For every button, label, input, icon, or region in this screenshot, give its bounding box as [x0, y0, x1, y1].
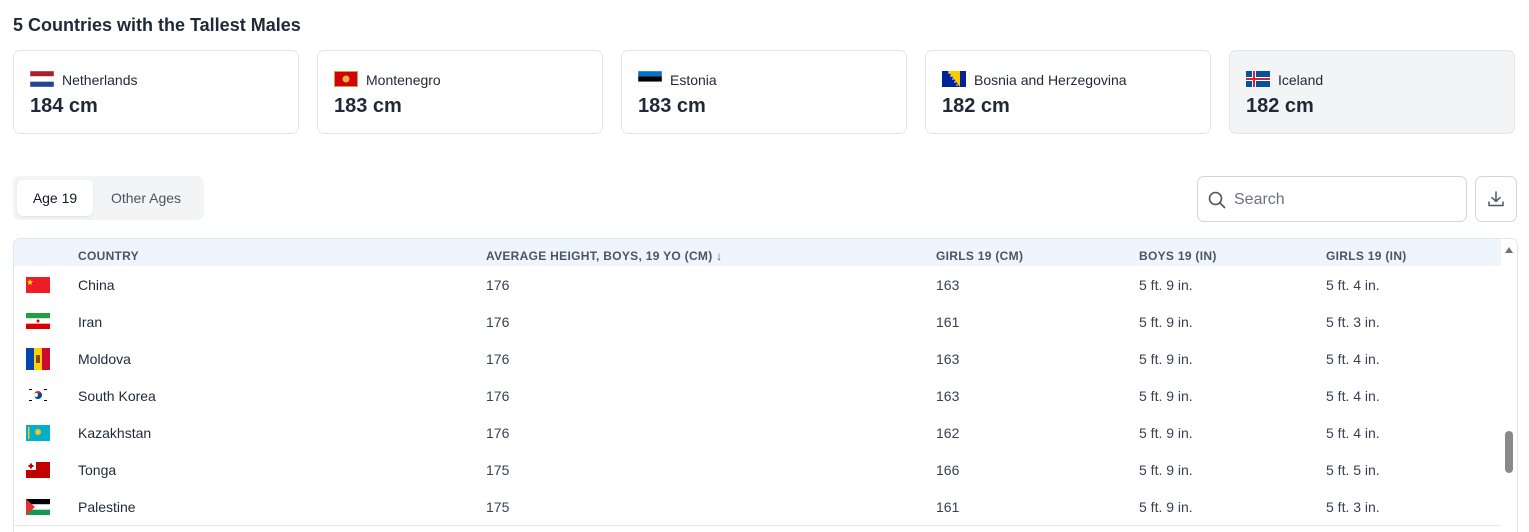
cell-girls-cm: 163	[936, 388, 960, 404]
kazakhstan-flag-icon	[26, 425, 50, 441]
table-row[interactable]: Tonga 175 166 5 ft. 9 in. 5 ft. 5 in.	[14, 451, 1501, 489]
cell-boys-in: 5 ft. 9 in.	[1139, 277, 1193, 293]
cell-girls-cm: 163	[936, 351, 960, 367]
country-card-name: Bosnia and Herzegovina	[974, 72, 1127, 88]
table-row[interactable]: Palestine 175 161 5 ft. 9 in. 5 ft. 3 in…	[14, 488, 1501, 526]
column-header-country[interactable]: COUNTRY	[78, 249, 139, 263]
montenegro-flag-icon	[334, 71, 358, 87]
estonia-flag-icon	[638, 71, 662, 87]
heights-table: COUNTRY AVERAGE HEIGHT, BOYS, 19 YO (CM)…	[13, 238, 1518, 532]
country-card-value: 184 cm	[30, 95, 98, 117]
cell-girls-cm: 162	[936, 425, 960, 441]
country-card-estonia[interactable]: Estonia 183 cm	[621, 50, 907, 134]
iceland-flag-icon	[1246, 71, 1270, 87]
cell-boys-in: 5 ft. 9 in.	[1139, 425, 1193, 441]
scroll-up-arrow-icon[interactable]	[1505, 247, 1513, 253]
moldova-flag-icon	[26, 348, 50, 370]
country-card-netherlands[interactable]: Netherlands 184 cm	[13, 50, 299, 134]
cell-boys-cm: 176	[486, 277, 510, 293]
cell-boys-cm: 176	[486, 351, 510, 367]
cell-country: South Korea	[78, 388, 156, 404]
column-header-girls-cm[interactable]: GIRLS 19 (CM)	[936, 249, 1023, 263]
netherlands-flag-icon	[30, 71, 54, 87]
bosnia-flag-icon	[942, 71, 966, 87]
cell-boys-in: 5 ft. 9 in.	[1139, 499, 1193, 515]
cell-girls-cm: 163	[936, 277, 960, 293]
search-input[interactable]	[1232, 187, 1456, 213]
cell-girls-cm: 166	[936, 462, 960, 478]
south-korea-flag-icon	[26, 387, 50, 403]
iran-flag-icon	[26, 313, 50, 329]
cell-boys-cm: 175	[486, 462, 510, 478]
country-card-name: Estonia	[670, 72, 717, 88]
page-title: 5 Countries with the Tallest Males	[13, 15, 301, 35]
tab-other-ages[interactable]: Other Ages	[97, 180, 195, 216]
cell-boys-in: 5 ft. 9 in.	[1139, 388, 1193, 404]
country-card-bosnia[interactable]: Bosnia and Herzegovina 182 cm	[925, 50, 1211, 134]
table-row[interactable]: South Korea 176 163 5 ft. 9 in. 5 ft. 4 …	[14, 377, 1501, 415]
cell-girls-in: 5 ft. 4 in.	[1326, 351, 1380, 367]
cell-girls-in: 5 ft. 4 in.	[1326, 425, 1380, 441]
palestine-flag-icon	[26, 499, 50, 515]
cell-boys-cm: 176	[486, 314, 510, 330]
cell-country: Iran	[78, 314, 103, 330]
country-card-montenegro[interactable]: Montenegro 183 cm	[317, 50, 603, 134]
download-button[interactable]	[1475, 176, 1517, 222]
cell-girls-in: 5 ft. 4 in.	[1326, 388, 1380, 404]
country-card-value: 182 cm	[942, 95, 1010, 117]
age-tabs: Age 19 Other Ages	[13, 176, 204, 220]
cell-country: Tonga	[78, 462, 117, 478]
scrollbar-thumb[interactable]	[1505, 431, 1513, 473]
tab-age-19[interactable]: Age 19	[17, 180, 93, 216]
table-row[interactable]: Kazakhstan 176 162 5 ft. 9 in. 5 ft. 4 i…	[14, 414, 1501, 452]
cell-country: Palestine	[78, 499, 136, 515]
table-row[interactable]: Moldova 176 163 5 ft. 9 in. 5 ft. 4 in.	[14, 340, 1501, 378]
table-row[interactable]: China 176 163 5 ft. 9 in. 5 ft. 4 in.	[14, 266, 1501, 304]
country-card-name: Netherlands	[62, 72, 138, 88]
table-row[interactable]: Iran 176 161 5 ft. 9 in. 5 ft. 3 in.	[14, 303, 1501, 341]
cell-country: China	[78, 277, 115, 293]
country-card-name: Montenegro	[366, 72, 441, 88]
search-icon	[1208, 191, 1226, 209]
cell-girls-in: 5 ft. 4 in.	[1326, 277, 1380, 293]
cell-boys-in: 5 ft. 9 in.	[1139, 314, 1193, 330]
search-box[interactable]	[1197, 176, 1467, 222]
cell-girls-in: 5 ft. 3 in.	[1326, 499, 1380, 515]
table-scrollbar[interactable]	[1501, 239, 1517, 532]
cell-country: Kazakhstan	[78, 425, 152, 441]
cell-boys-cm: 175	[486, 499, 510, 515]
cell-girls-in: 5 ft. 3 in.	[1326, 314, 1380, 330]
cell-boys-in: 5 ft. 9 in.	[1139, 351, 1193, 367]
cell-boys-cm: 176	[486, 388, 510, 404]
tonga-flag-icon	[26, 462, 50, 478]
cell-boys-cm: 176	[486, 425, 510, 441]
cell-boys-in: 5 ft. 9 in.	[1139, 462, 1193, 478]
download-icon	[1488, 191, 1504, 207]
cell-girls-in: 5 ft. 5 in.	[1326, 462, 1380, 478]
column-header-girls-in[interactable]: GIRLS 19 (IN)	[1326, 249, 1407, 263]
column-header-boys-cm[interactable]: AVERAGE HEIGHT, BOYS, 19 YO (CM) ↓	[486, 249, 722, 263]
china-flag-icon	[26, 277, 50, 293]
cell-country: Moldova	[78, 351, 131, 367]
cell-girls-cm: 161	[936, 314, 960, 330]
country-card-value: 182 cm	[1246, 95, 1314, 117]
country-card-value: 183 cm	[334, 95, 402, 117]
country-card-iceland[interactable]: Iceland 182 cm	[1229, 50, 1515, 134]
column-header-boys-in[interactable]: BOYS 19 (IN)	[1139, 249, 1217, 263]
country-card-name: Iceland	[1278, 72, 1324, 88]
cell-girls-cm: 161	[936, 499, 960, 515]
country-card-value: 183 cm	[638, 95, 706, 117]
